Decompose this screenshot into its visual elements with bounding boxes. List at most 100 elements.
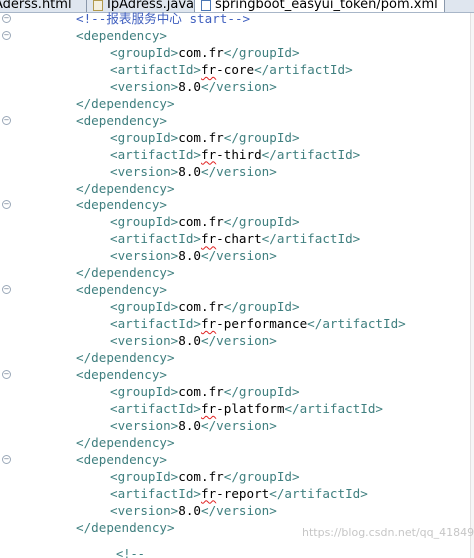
xml-editor[interactable]: − − − − − − − <!--报表服务中心 start--> <dependency> <…	[0, 10, 474, 558]
version-line: <version>8.0</version>	[110, 332, 277, 349]
groupid-line: <groupId>com.fr</groupId>	[110, 468, 300, 485]
groupid-line: <groupId>com.fr</groupId>	[110, 44, 300, 61]
version-value: 8.0	[178, 248, 201, 264]
fold-toggle-icon[interactable]: −	[2, 369, 11, 379]
dependency-open-tag: <dependency>	[76, 112, 167, 129]
version-close: </version>	[201, 502, 277, 518]
version-open: <version>	[110, 333, 179, 349]
dependency-open-tag: <dependency>	[76, 281, 167, 298]
version-value: 8.0	[178, 78, 201, 94]
version-line: <version>8.0</version>	[110, 163, 277, 180]
artifactid-open: <artifactId>	[110, 316, 201, 332]
version-close: </version>	[201, 78, 277, 94]
fold-toggle-icon[interactable]: −	[2, 454, 11, 464]
artifactid-value-suffix: -core	[216, 61, 255, 77]
xml-comment: <!--报表服务中心 start-->	[76, 11, 251, 26]
dependency-open: <dependency>	[76, 112, 167, 128]
groupid-close: </groupId>	[223, 299, 300, 315]
version-open: <version>	[110, 163, 179, 179]
version-open: <version>	[110, 417, 179, 433]
dependency-open: <dependency>	[76, 197, 167, 213]
artifactid-close: </artifactId>	[261, 146, 361, 162]
groupid-close: </groupId>	[223, 44, 300, 60]
version-open: <version>	[110, 502, 179, 518]
partial-comment-line: <!--	[116, 547, 145, 558]
version-line: <version>8.0</version>	[110, 78, 277, 95]
version-value: 8.0	[178, 502, 201, 518]
version-line: <version>8.0</version>	[110, 502, 277, 519]
groupid-open: <groupId>	[110, 468, 179, 484]
groupid-close: </groupId>	[223, 214, 300, 230]
dependency-close-tag: </dependency>	[76, 519, 175, 536]
artifactid-open: <artifactId>	[110, 400, 201, 416]
groupid-open: <groupId>	[110, 214, 179, 230]
artifactid-line: <artifactId>fr-performance</artifactId>	[110, 315, 406, 332]
version-value: 8.0	[178, 163, 201, 179]
dependency-open: <dependency>	[76, 27, 167, 43]
artifactid-close: </artifactId>	[261, 231, 361, 247]
artifactid-value-prefix: fr	[201, 316, 217, 332]
groupid-open: <groupId>	[110, 383, 179, 399]
version-value: 8.0	[178, 417, 201, 433]
groupid-line: <groupId>com.fr</groupId>	[110, 383, 300, 400]
artifactid-value-suffix: -performance	[216, 316, 308, 332]
csdn-watermark: https://blog.csdn.net/qq_41849709	[302, 526, 474, 539]
artifactid-value-suffix: -report	[216, 485, 270, 501]
dependency-open-tag: <dependency>	[76, 196, 167, 213]
groupid-line: <groupId>com.fr</groupId>	[110, 213, 300, 230]
fold-toggle-icon[interactable]: −	[2, 285, 11, 295]
groupid-value: com.fr	[178, 299, 224, 315]
artifactid-close: </artifactId>	[269, 485, 368, 501]
artifactid-line: <artifactId>fr-third</artifactId>	[110, 146, 360, 163]
artifactid-open: <artifactId>	[110, 231, 201, 247]
dependency-close: </dependency>	[76, 95, 175, 111]
fold-toggle-icon[interactable]: −	[2, 30, 11, 40]
artifactid-value-prefix: fr	[201, 400, 217, 416]
groupid-value: com.fr	[178, 383, 224, 399]
dependency-open-tag: <dependency>	[76, 27, 167, 44]
artifactid-close: </artifactId>	[307, 316, 406, 332]
comment-line: <!--报表服务中心 start-->	[76, 10, 250, 27]
dependency-close: </dependency>	[76, 434, 175, 450]
dependency-close: </dependency>	[76, 519, 175, 535]
groupid-value: com.fr	[178, 214, 224, 230]
version-value: 8.0	[178, 333, 201, 349]
version-close: </version>	[201, 333, 277, 349]
artifactid-value-suffix: -chart	[216, 231, 262, 247]
artifactid-value-suffix: -third	[216, 146, 262, 162]
dependency-close-tag: </dependency>	[76, 180, 175, 197]
dependency-close-tag: </dependency>	[76, 434, 175, 451]
artifactid-line: <artifactId>fr-report</artifactId>	[110, 485, 368, 502]
artifactid-value-prefix: fr	[201, 61, 217, 77]
artifactid-line: <artifactId>fr-chart</artifactId>	[110, 230, 360, 247]
dependency-close: </dependency>	[76, 265, 175, 281]
artifactid-value-prefix: fr	[201, 231, 217, 247]
dependency-close: </dependency>	[76, 180, 175, 196]
dependency-close-tag: </dependency>	[76, 349, 175, 366]
dependency-close-tag: </dependency>	[76, 264, 175, 281]
artifactid-line: <artifactId>fr-core</artifactId>	[110, 61, 353, 78]
tab-aderss-html[interactable]: Aderss.html	[0, 0, 72, 12]
artifactid-value-suffix: -platform	[216, 400, 285, 416]
fold-toggle-icon[interactable]: −	[2, 115, 11, 125]
dependency-open: <dependency>	[76, 366, 167, 382]
version-close: </version>	[201, 417, 277, 433]
version-close: </version>	[201, 248, 277, 264]
dependency-open: <dependency>	[76, 451, 167, 467]
version-close: </version>	[201, 163, 277, 179]
groupid-value: com.fr	[178, 468, 224, 484]
groupid-value: com.fr	[178, 129, 224, 145]
artifactid-value-prefix: fr	[201, 146, 217, 162]
groupid-close: </groupId>	[223, 129, 300, 145]
artifactid-open: <artifactId>	[110, 146, 201, 162]
groupid-value: com.fr	[178, 44, 224, 60]
version-line: <version>8.0</version>	[110, 247, 277, 264]
artifactid-close: </artifactId>	[254, 61, 353, 77]
artifactid-value-prefix: fr	[201, 485, 217, 501]
version-open: <version>	[110, 78, 179, 94]
fold-toggle-icon[interactable]: −	[2, 200, 11, 210]
artifactid-line: <artifactId>fr-platform</artifactId>	[110, 400, 383, 417]
version-line: <version>8.0</version>	[110, 417, 277, 434]
fold-toggle-icon[interactable]: −	[2, 14, 11, 23]
version-open: <version>	[110, 248, 179, 264]
